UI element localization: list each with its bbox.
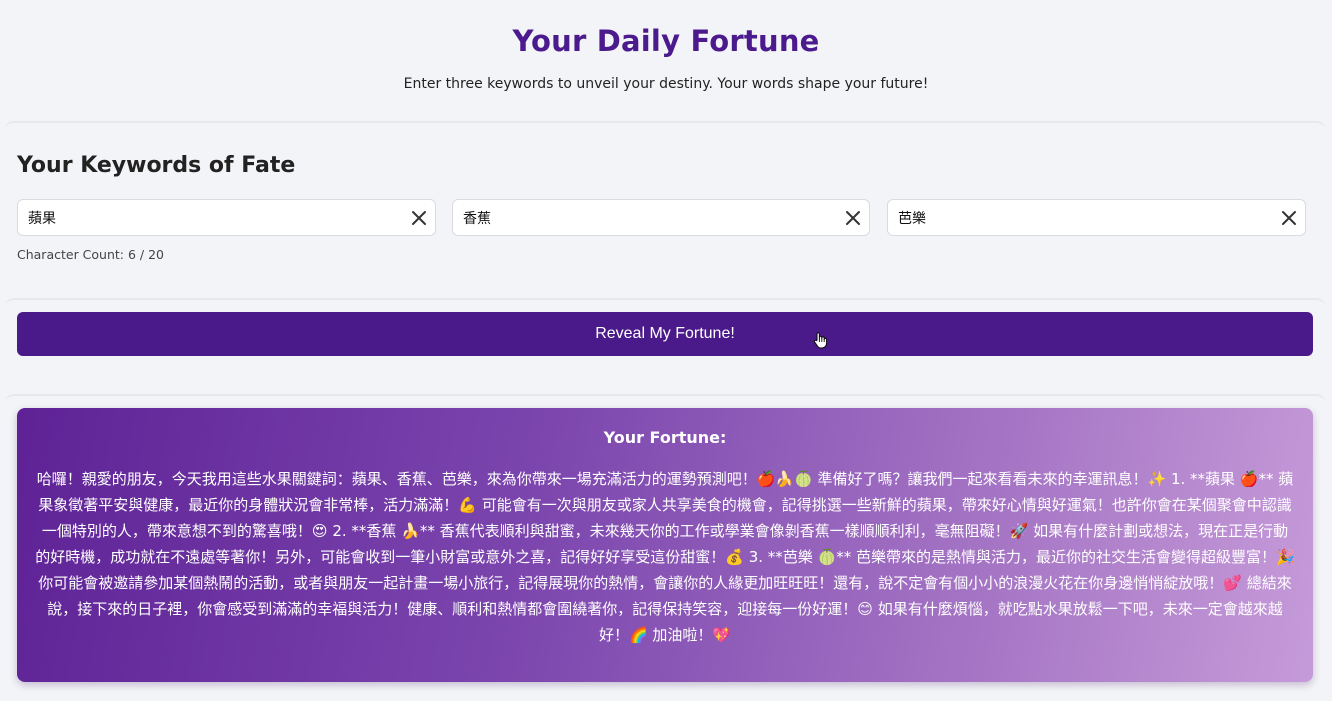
- keywords-heading: Your Keywords of Fate: [17, 153, 296, 178]
- keyword-input-3[interactable]: [888, 200, 1305, 235]
- keyword-input-1[interactable]: [18, 200, 435, 235]
- character-count: Character Count: 6 / 20: [17, 247, 165, 262]
- keyword-field-3: [887, 199, 1306, 236]
- page: Your Daily Fortune Enter three keywords …: [0, 0, 1332, 701]
- keyword-field-1: [17, 199, 436, 236]
- fortune-text: 哈囉！親愛的朋友，今天我用這些水果關鍵詞：蘋果、香蕉、芭樂，來為你帶來一場充滿活…: [35, 470, 1295, 644]
- close-x-icon[interactable]: [843, 208, 863, 228]
- keyword-input-2[interactable]: [453, 200, 869, 235]
- hand-pointer-icon: [813, 332, 828, 349]
- close-x-icon[interactable]: [1279, 208, 1299, 228]
- fortune-heading: Your Fortune:: [603, 428, 727, 447]
- page-title: Your Daily Fortune: [512, 24, 820, 58]
- fortune-panel: Your Fortune: 哈囉！親愛的朋友，今天我用這些水果關鍵詞：蘋果、香蕉…: [17, 408, 1313, 682]
- reveal-fortune-button[interactable]: Reveal My Fortune!: [17, 312, 1313, 356]
- keyword-field-2: [452, 199, 870, 236]
- page-subtitle: Enter three keywords to unveil your dest…: [403, 76, 929, 92]
- close-x-icon[interactable]: [409, 208, 429, 228]
